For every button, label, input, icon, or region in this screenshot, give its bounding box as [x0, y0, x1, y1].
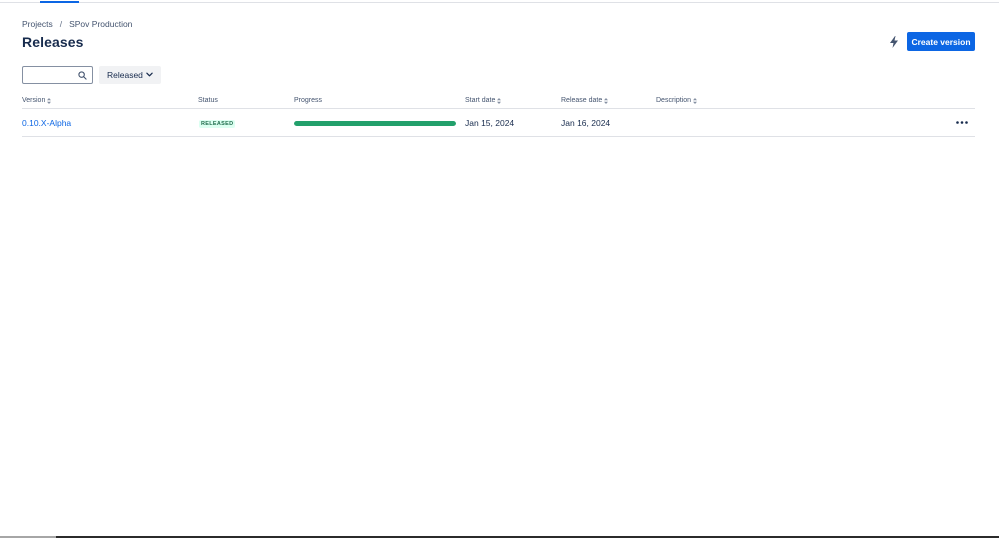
chevron-down-icon	[146, 72, 153, 77]
column-header-label: Description	[656, 97, 692, 104]
breadcrumb: Projects / SPov Production	[22, 19, 132, 29]
column-header-label: Start date	[465, 97, 496, 104]
column-header-progress: Progress	[294, 97, 322, 104]
column-header-release-date[interactable]: Release date	[561, 97, 609, 104]
progress-bar	[294, 121, 456, 126]
column-header-description[interactable]: Description	[656, 97, 698, 104]
page-title: Releases	[22, 34, 84, 50]
column-header-label: Progress	[294, 97, 323, 104]
search-input[interactable]	[27, 69, 77, 81]
sort-icon	[604, 97, 609, 104]
create-version-button[interactable]: Create version	[907, 32, 975, 51]
breadcrumb-projects[interactable]: Projects	[22, 19, 53, 29]
column-header-label: Status	[198, 97, 218, 104]
breadcrumb-project-name[interactable]: SPov Production	[69, 19, 132, 29]
column-header-label: Version	[22, 97, 46, 104]
version-link[interactable]: 0.10.X-Alpha	[22, 118, 71, 128]
lightning-bolt-icon[interactable]	[886, 34, 902, 50]
sort-icon	[693, 97, 698, 104]
table-header-divider	[22, 108, 975, 109]
table-row-divider	[22, 136, 975, 137]
sort-icon	[497, 97, 502, 104]
column-header-status: Status	[198, 97, 218, 104]
search-icon	[78, 71, 87, 80]
column-header-version[interactable]: Version	[22, 97, 52, 104]
start-date: Jan 15, 2024	[465, 118, 515, 128]
column-header-start-date[interactable]: Start date	[465, 97, 502, 104]
column-header-label: Release date	[561, 97, 603, 104]
active-tab-indicator	[40, 1, 79, 3]
status-badge: RELEASED	[199, 120, 236, 128]
release-date: Jan 16, 2024	[561, 118, 611, 128]
status-filter-dropdown[interactable]: Released	[99, 66, 161, 84]
sort-icon	[47, 97, 52, 104]
search-field[interactable]	[22, 66, 93, 84]
top-divider	[0, 2, 999, 3]
progress-bar-fill	[294, 121, 456, 126]
more-actions-icon[interactable]	[955, 117, 969, 127]
breadcrumb-separator: /	[59, 19, 63, 29]
status-filter-label: Released	[107, 70, 143, 80]
